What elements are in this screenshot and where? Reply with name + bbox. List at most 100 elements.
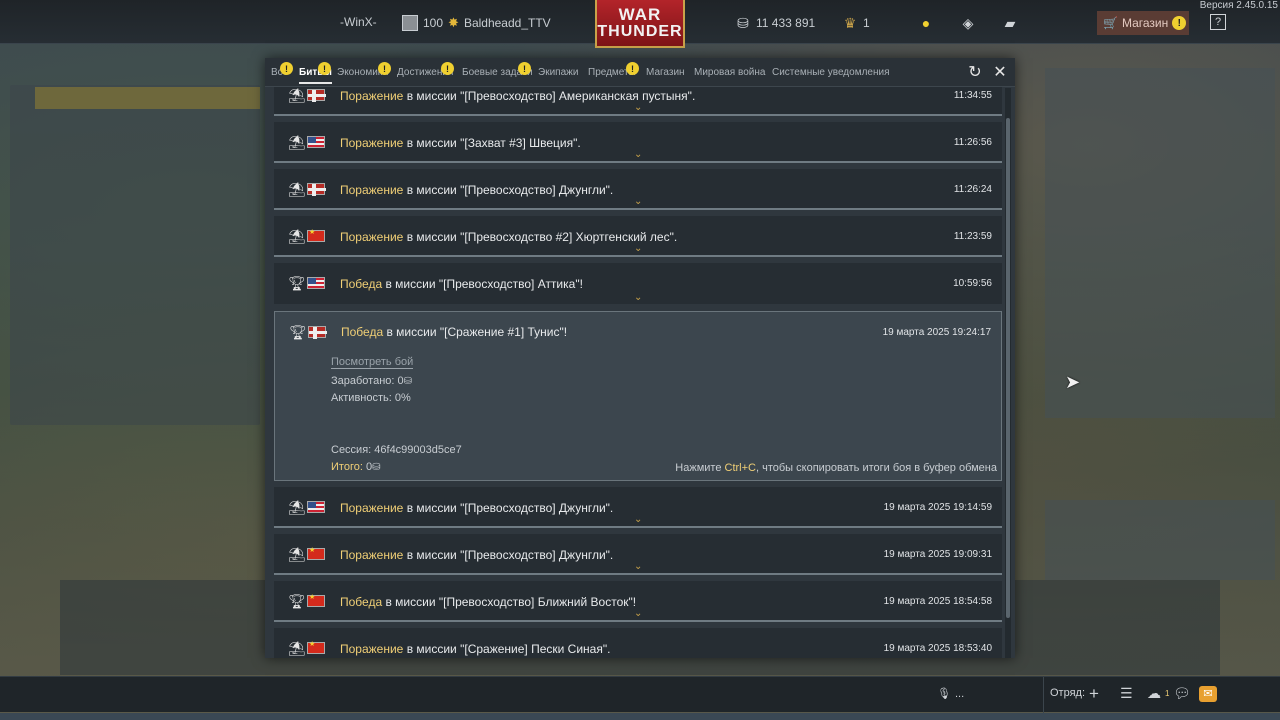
silver-lions-icon: ⛁: [403, 376, 413, 387]
diamond-icon: ◈: [962, 15, 974, 31]
tab-alert-icon: !: [280, 62, 293, 75]
help-button[interactable]: ?: [1210, 14, 1226, 30]
tab-shop[interactable]: Магазин: [646, 67, 685, 78]
ticket-icon: ▰: [1004, 15, 1016, 31]
timestamp: 11:26:24: [953, 184, 992, 195]
tab-alert-icon: !: [378, 62, 391, 75]
top-bar: Версия 2.45.0.15 -WinX- 100 ✸ Baldheadd_…: [0, 0, 1280, 48]
activity-line: Активность: 0%: [331, 392, 411, 404]
list-item[interactable]: ⛱ Поражение в миссии "[Сражение] Пески С…: [274, 628, 1002, 658]
earned-line: Заработано: 0⛁: [331, 375, 413, 387]
chevron-down-icon[interactable]: ⌄: [634, 150, 642, 160]
silver-lions-icon: ⛁: [737, 15, 749, 31]
tab-battle-tasks[interactable]: ! Боевые задачи: [462, 62, 533, 78]
view-battle-link[interactable]: Посмотреть бой: [331, 356, 414, 369]
friends-button[interactable]: ☁ 1: [1147, 685, 1169, 702]
chevron-down-icon[interactable]: ⌄: [634, 197, 642, 207]
chevron-down-icon[interactable]: ⌄: [634, 293, 642, 303]
timestamp: 19 марта 2025 19:14:59: [883, 502, 992, 513]
flag-icon: [307, 640, 325, 654]
parachute-icon: ⛱: [288, 134, 306, 150]
scrollbar-thumb[interactable]: [1006, 118, 1010, 618]
help-icon: ?: [1210, 14, 1226, 30]
trophy-icon: 🏆︎: [288, 593, 306, 609]
flag-icon: [307, 593, 325, 607]
bottom-bar: 🎙︎ ... Отряд: + ☰ ☁ 1 💬︎ ✉: [0, 676, 1280, 720]
list-item[interactable]: ⛱ Поражение в миссии "[Превосходство] Ам…: [274, 87, 1002, 116]
list-item[interactable]: ⛱ Поражение в миссии "[Захват #3] Швеция…: [274, 122, 1002, 163]
silver-lions-value: 11 433 891: [756, 16, 816, 30]
refresh-icon[interactable]: ↻: [966, 64, 984, 82]
flag-icon: [308, 326, 327, 339]
silver-lions-balance[interactable]: ⛁ 11 433 891: [735, 15, 815, 31]
trophy-icon: 🏆︎: [288, 275, 306, 291]
parachute-icon: ⛱: [288, 181, 306, 197]
golden-eagles-balance[interactable]: ♛ 1: [842, 15, 870, 31]
add-squad-member-icon[interactable]: +: [1089, 684, 1099, 704]
chevron-down-icon[interactable]: ⌄: [634, 515, 642, 525]
tab-world-war[interactable]: Мировая война: [694, 67, 765, 78]
notifications-window: ! Все ! Битвы ! Экономика ! Достижения ! Боев…: [265, 58, 1015, 658]
tab-achievements[interactable]: ! Достижения: [397, 62, 454, 78]
chevron-down-icon[interactable]: ⌄: [634, 244, 642, 254]
expanded-battle-result[interactable]: 🏆︎ Победа в миссии "[Сражение #1] Тунис"…: [274, 311, 1002, 481]
tab-alert-icon: !: [318, 62, 331, 75]
chevron-down-icon[interactable]: ⌄: [634, 103, 642, 113]
background-left-panel: [10, 85, 260, 425]
cart-icon: 🛒: [1103, 16, 1118, 30]
tab-crews[interactable]: Экипажи: [538, 67, 578, 78]
list-item[interactable]: ⛱ Поражение в миссии "[Превосходство] Дж…: [274, 487, 1002, 528]
list-item[interactable]: ⛱ Поражение в миссии "[Превосходство] Дж…: [274, 534, 1002, 575]
flag-icon: [307, 136, 325, 148]
list-item[interactable]: ⛱ Поражение в миссии "[Превосходство #2]…: [274, 216, 1002, 257]
chat-icon[interactable]: 💬︎: [1173, 685, 1191, 702]
tab-economy[interactable]: ! Экономика: [337, 62, 391, 78]
silver-lions-icon: ⛁: [372, 462, 381, 473]
flag-icon: [307, 183, 326, 196]
list-item[interactable]: 🏆︎ Победа в миссии "[Превосходство] Атти…: [274, 263, 1002, 304]
parachute-icon: ⛱: [288, 228, 306, 244]
tab-battles[interactable]: ! Битвы: [299, 62, 332, 84]
player-tag[interactable]: -WinX-: [340, 15, 377, 29]
tab-alert-icon: !: [518, 62, 531, 75]
close-icon[interactable]: ✕: [991, 64, 1009, 82]
voice-chat-button[interactable]: 🎙︎ ...: [937, 687, 964, 701]
timestamp: 19 марта 2025 19:24:17: [882, 327, 991, 338]
player-profile[interactable]: 100 ✸ Baldheadd_TTV: [402, 15, 551, 31]
tab-all[interactable]: ! Все: [271, 62, 293, 78]
list-icon[interactable]: ☰: [1120, 685, 1133, 702]
total-line: Итого: 0⛁: [331, 461, 381, 473]
lightbulb-icon: ●: [921, 15, 931, 31]
chevron-down-icon[interactable]: ⌄: [634, 562, 642, 572]
rewards-button[interactable]: ◈: [960, 15, 976, 31]
timestamp: 19 марта 2025 19:09:31: [883, 549, 992, 560]
hints-button[interactable]: ●: [918, 15, 934, 31]
list-item[interactable]: 🏆︎ Победа в миссии "[Превосходство] Ближ…: [274, 581, 1002, 622]
star-icon: ✸: [448, 15, 459, 30]
parachute-icon: ⛱: [288, 546, 306, 562]
shop-alert-icon: !: [1172, 16, 1187, 30]
tab-items[interactable]: ! Предметы: [588, 62, 639, 78]
parachute-icon: ⛱: [288, 640, 306, 656]
timestamp: 10:59:56: [953, 278, 992, 289]
parachute-icon: ⛱: [288, 499, 306, 515]
timestamp: 11:34:55: [953, 90, 992, 101]
tab-alert-icon: !: [626, 62, 639, 75]
list-item[interactable]: ⛱ Поражение в миссии "[Превосходство] Дж…: [274, 169, 1002, 210]
list-scrollbar[interactable]: [1005, 88, 1011, 658]
player-level: 100: [423, 16, 444, 30]
avatar: [402, 15, 418, 31]
flag-icon: [307, 228, 325, 242]
tickets-button[interactable]: ▰: [1002, 15, 1018, 31]
tab-system-notifications[interactable]: Системные уведомления: [772, 67, 890, 78]
username: Baldheadd_TTV: [463, 16, 551, 30]
parachute-icon: ⛱: [288, 87, 306, 103]
mouse-cursor-icon: ➤: [1065, 372, 1081, 392]
chevron-down-icon[interactable]: ⌄: [634, 609, 642, 619]
version-label: Версия 2.45.0.15: [1199, 0, 1278, 11]
flag-icon: [307, 89, 326, 102]
war-thunder-logo[interactable]: WAR THUNDER: [595, 0, 685, 48]
mail-icon[interactable]: ✉: [1199, 686, 1217, 702]
shop-button[interactable]: 🛒 Магазин !: [1097, 11, 1189, 35]
microphone-icon: 🎙︎: [937, 688, 951, 700]
